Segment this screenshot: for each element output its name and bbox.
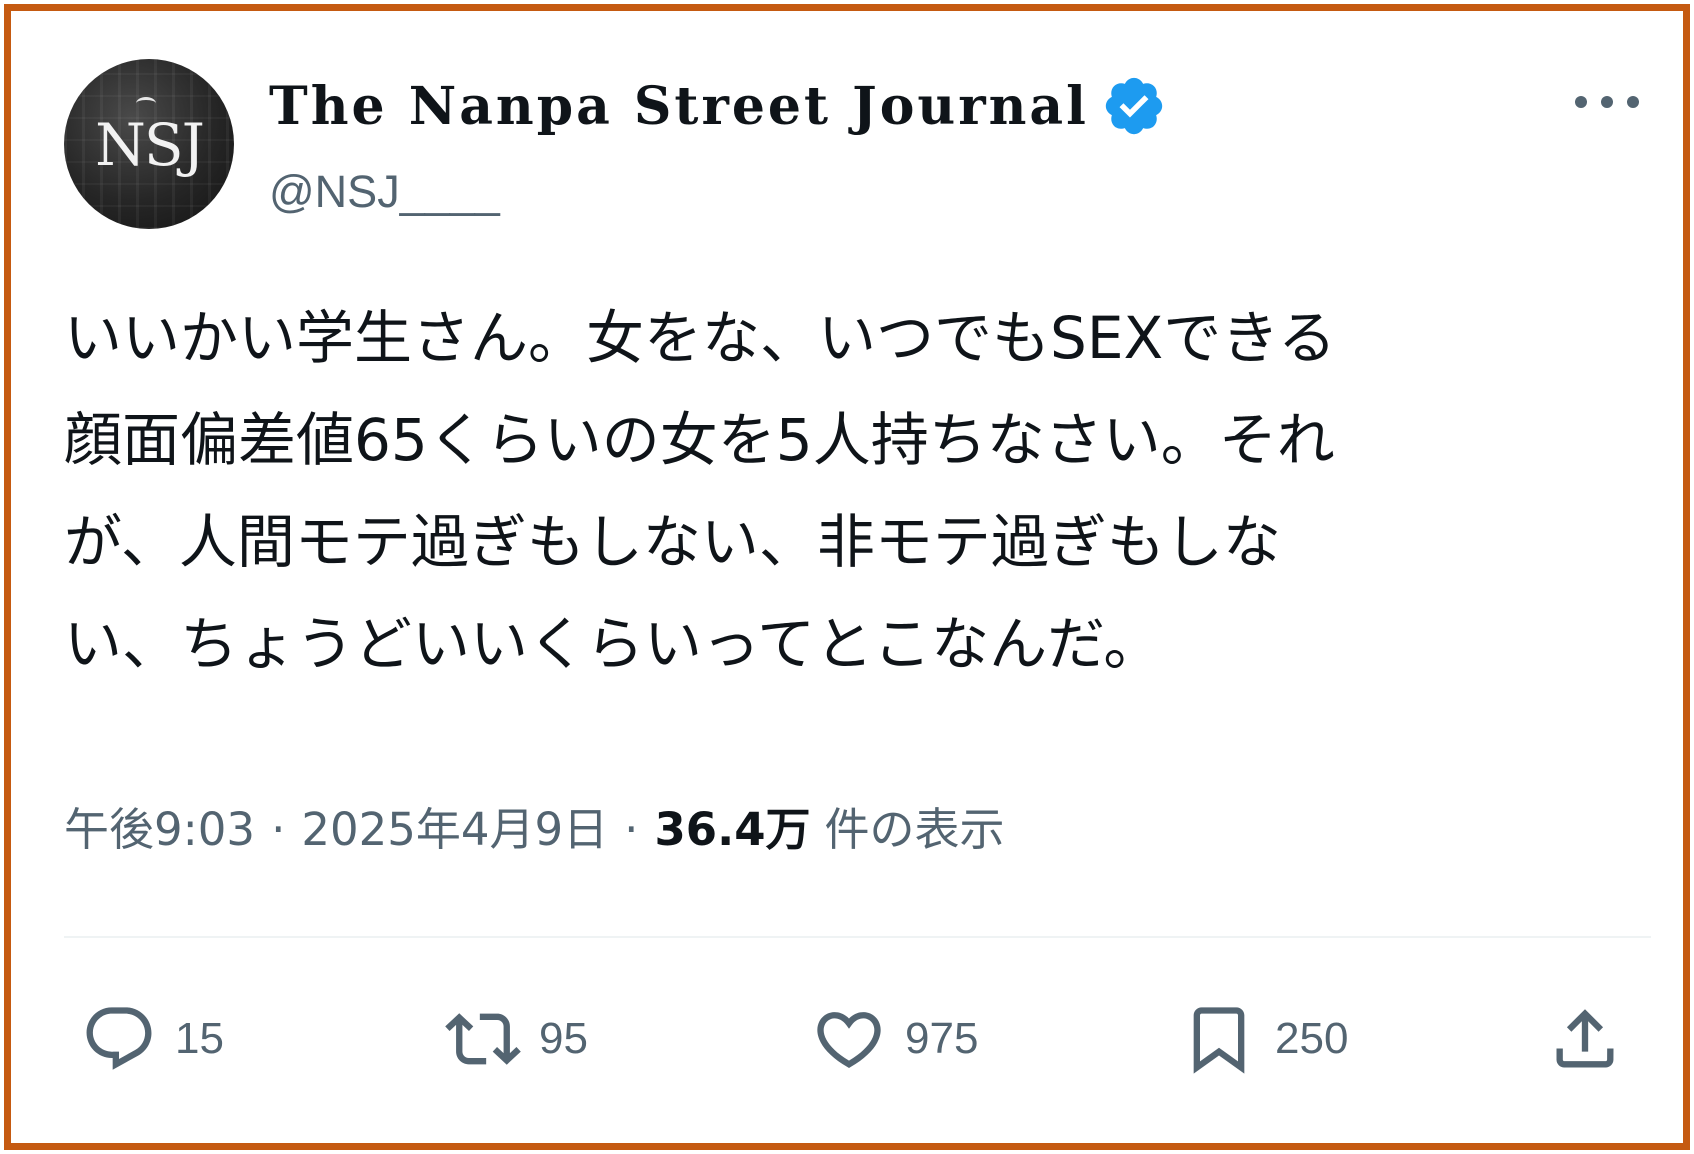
avatar-logo-text: NSJ	[95, 111, 205, 179]
heart-icon	[817, 1012, 881, 1069]
separator: ·	[271, 803, 286, 856]
divider	[64, 936, 1651, 938]
tweet-date[interactable]: 2025年4月9日	[301, 793, 608, 858]
tweet-metadata: 午後9:03 · 2025年4月9日 · 36.4万 件の表示	[64, 793, 1005, 858]
share-icon	[1556, 1009, 1614, 1068]
like-button[interactable]: 975	[811, 999, 978, 1079]
retweet-count: 95	[539, 1014, 588, 1063]
like-count: 975	[905, 1014, 979, 1063]
bookmark-button[interactable]: 250	[1181, 999, 1348, 1079]
more-horizontal-icon[interactable]	[1571, 89, 1643, 115]
separator: ·	[624, 803, 639, 856]
views-count[interactable]: 36.4万	[654, 793, 810, 858]
tweet-text-line: いいかい学生さん。女をな、いつでもSEXできる	[64, 304, 1337, 372]
bookmark-count: 250	[1275, 1014, 1349, 1063]
reply-button[interactable]: 15	[81, 999, 224, 1079]
reply-count: 15	[175, 1014, 224, 1063]
hat-icon	[136, 97, 156, 110]
tweet-card: NSJ The Nanpa Street Journal @NSJ____ いい…	[4, 4, 1690, 1150]
bookmark-icon	[1193, 1007, 1245, 1074]
verified-badge-icon	[1105, 77, 1163, 135]
avatar[interactable]: NSJ	[64, 59, 234, 229]
author-name-row: The Nanpa Street Journal	[269, 71, 1167, 141]
display-name[interactable]: The Nanpa Street Journal	[269, 76, 1089, 137]
views-label[interactable]: 件の表示	[825, 793, 1005, 858]
retweet-button[interactable]: 95	[445, 999, 588, 1079]
action-bar: 15 95 975 250	[11, 999, 1694, 1079]
author-handle[interactable]: @NSJ____	[269, 166, 500, 218]
tweet-text-line: い、ちょうどいいくらいってとこなんだ。	[64, 610, 1162, 678]
tweet-text-line: が、人間モテ過ぎもしない、非モテ過ぎもしな	[64, 508, 1281, 576]
share-button[interactable]	[1547, 999, 1623, 1079]
retweet-icon	[445, 1013, 521, 1065]
tweet-time[interactable]: 午後9:03	[64, 793, 255, 858]
tweet-text-line: 顔面偏差値65くらいの女を5人持ちなさい。それ	[64, 406, 1335, 474]
reply-icon	[86, 1007, 152, 1070]
tweet-text: いいかい学生さん。女をな、いつでもSEXできる 顔面偏差値65くらいの女を5人持…	[64, 287, 1624, 695]
